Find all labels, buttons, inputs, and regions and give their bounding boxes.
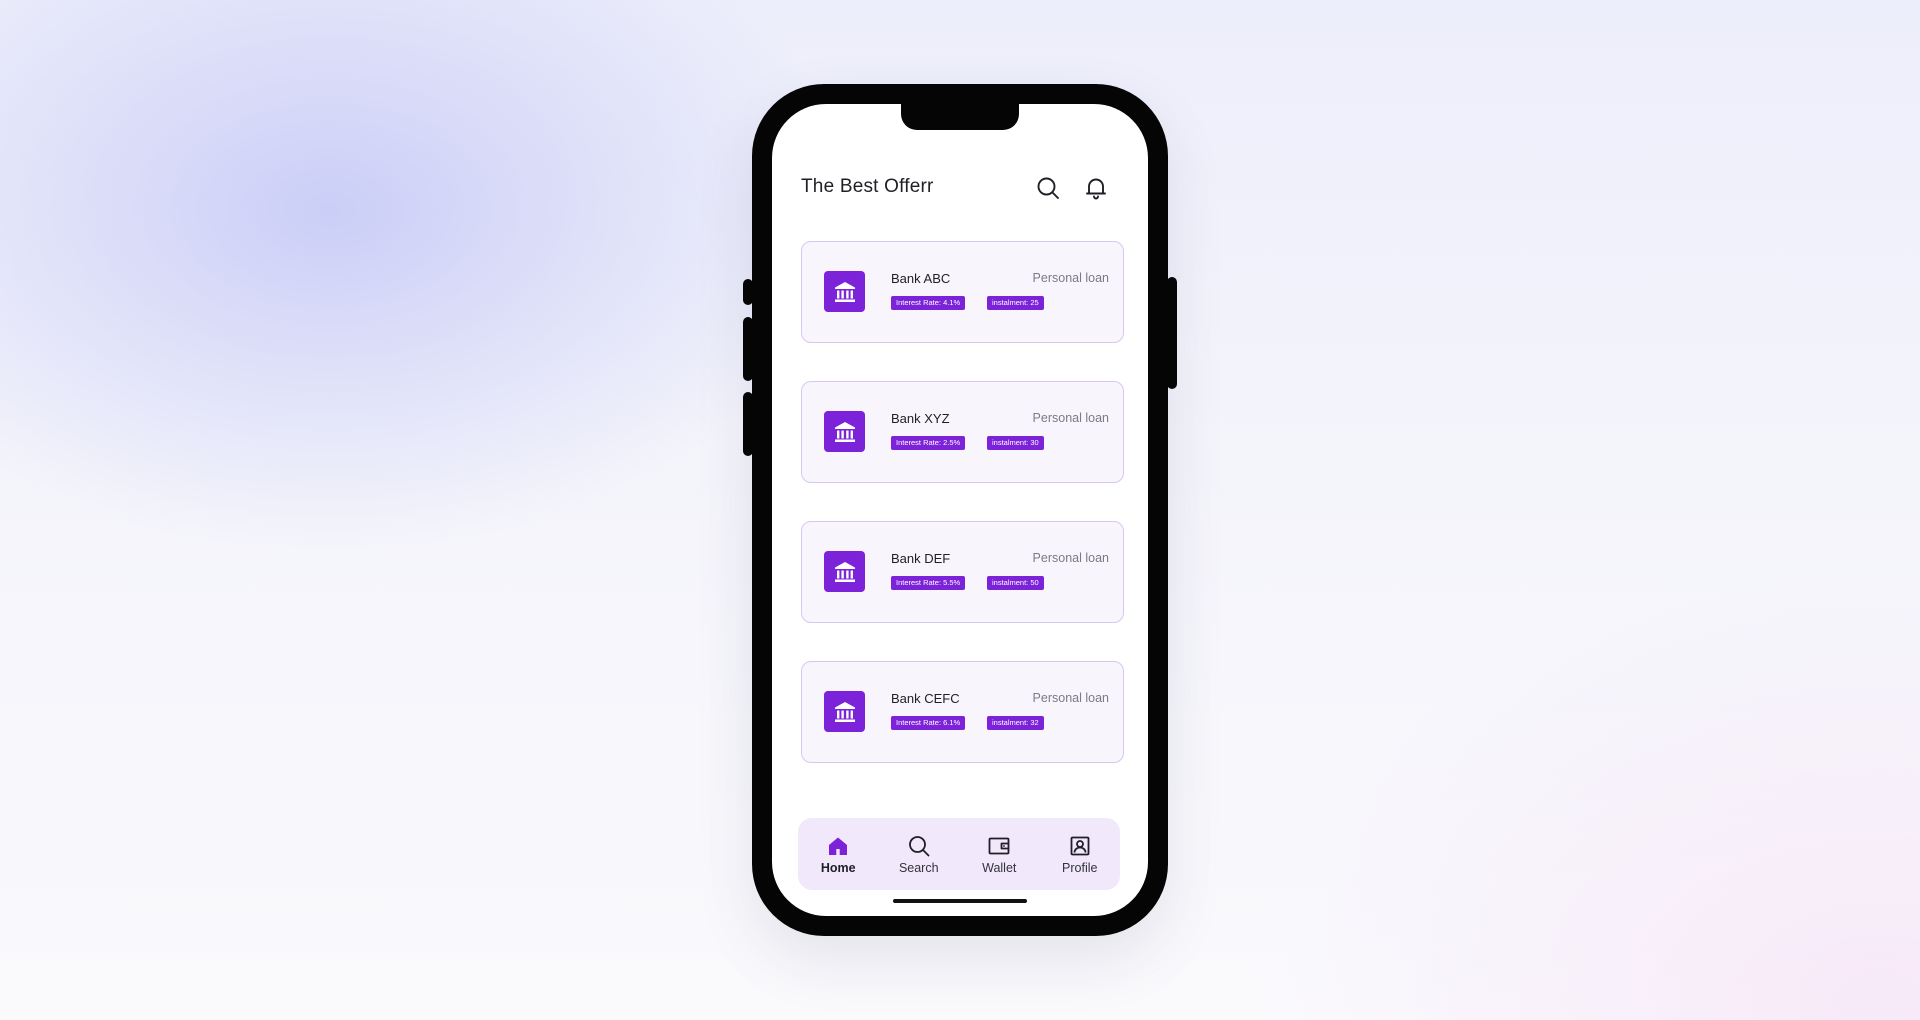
offer-card[interactable]: Bank XYZ Personal loan Interest Rate: 2.… (801, 381, 1124, 483)
loan-type: Personal loan (1032, 411, 1109, 425)
profile-icon (1068, 834, 1092, 858)
nav-item-search[interactable]: Search (879, 834, 959, 875)
loan-type: Personal loan (1032, 271, 1109, 285)
nav-label-search: Search (898, 860, 939, 875)
instalment-badge: instalment: 32 (987, 716, 1044, 730)
page-title: The Best Offerr (801, 176, 934, 197)
offer-card[interactable]: Bank CEFC Personal loan Interest Rate: 6… (801, 661, 1124, 763)
volume-down-button (743, 392, 753, 456)
loan-type: Personal loan (1032, 691, 1109, 705)
bank-icon (824, 411, 865, 452)
offer-list: Bank ABC Personal loan Interest Rate: 4.… (801, 241, 1124, 801)
phone-frame: The Best Offerr Bank ABC Personal loan I… (743, 84, 1177, 936)
bank-icon (824, 551, 865, 592)
nav-item-wallet[interactable]: Wallet (959, 834, 1039, 875)
interest-rate-badge: Interest Rate: 6.1% (891, 716, 966, 730)
bank-icon (824, 691, 865, 732)
power-button (1167, 277, 1177, 389)
phone-screen: The Best Offerr Bank ABC Personal loan I… (772, 104, 1148, 916)
instalment-badge: instalment: 30 (987, 436, 1044, 450)
offer-card[interactable]: Bank ABC Personal loan Interest Rate: 4.… (801, 241, 1124, 343)
bank-name: Bank XYZ (891, 411, 950, 426)
instalment-badge: instalment: 25 (987, 296, 1044, 310)
search-icon[interactable] (1035, 175, 1061, 201)
bell-icon[interactable] (1083, 175, 1109, 201)
nav-label-profile: Profile (1062, 860, 1098, 875)
bank-name: Bank CEFC (891, 691, 960, 706)
nav-item-home[interactable]: Home (798, 834, 878, 875)
interest-rate-badge: Interest Rate: 4.1% (891, 296, 966, 310)
search-icon (907, 834, 931, 858)
instalment-badge: instalment: 50 (987, 576, 1044, 590)
home-icon (826, 834, 850, 858)
bottom-nav: Home Search Wallet Profile (798, 818, 1120, 890)
loan-type: Personal loan (1032, 551, 1109, 565)
nav-label-wallet: Wallet (982, 860, 1017, 875)
bank-name: Bank DEF (891, 551, 951, 566)
interest-rate-badge: Interest Rate: 5.5% (891, 576, 966, 590)
home-indicator (893, 899, 1027, 903)
wallet-icon (987, 834, 1011, 858)
mute-switch (743, 279, 753, 305)
nav-item-profile[interactable]: Profile (1040, 834, 1120, 875)
volume-up-button (743, 317, 753, 381)
notch (901, 104, 1019, 130)
bank-icon (824, 271, 865, 312)
offer-card[interactable]: Bank DEF Personal loan Interest Rate: 5.… (801, 521, 1124, 623)
bank-name: Bank ABC (891, 271, 951, 286)
interest-rate-badge: Interest Rate: 2.5% (891, 436, 966, 450)
nav-label-home: Home (820, 860, 856, 875)
